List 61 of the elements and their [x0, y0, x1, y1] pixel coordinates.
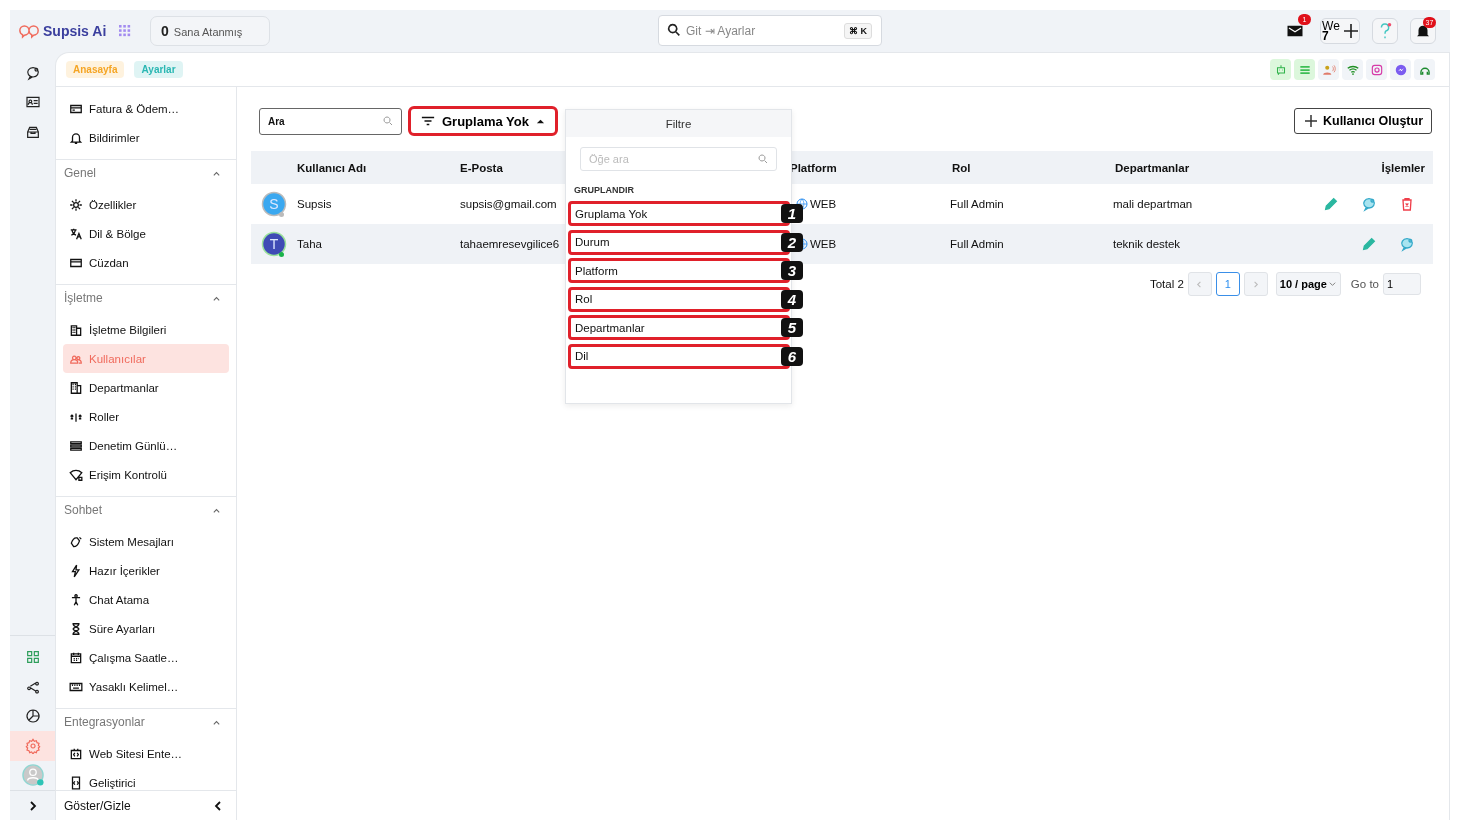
column-header: İşlemler [1381, 161, 1425, 174]
group-label: GRUPLANDIR [574, 185, 635, 195]
create-user-button[interactable]: Kullanıcı Oluştur [1294, 108, 1432, 134]
user-avatar: T [261, 231, 287, 257]
go-to-label: Go to [1350, 278, 1379, 290]
step-marker: 1 [781, 204, 803, 223]
grouping-button[interactable]: Gruplama Yok [408, 106, 558, 136]
step-marker: 6 [781, 346, 803, 366]
table-cell: mali departman [1113, 198, 1193, 210]
toggle-sidebar-button[interactable]: Göster/Gizle [56, 790, 236, 820]
table-cell: teknik destek [1113, 238, 1181, 250]
search-field[interactable]: Ara [259, 107, 402, 135]
workspace-button[interactable]: We 7 [1320, 18, 1360, 44]
page-size-select[interactable]: 10 / page [1275, 272, 1341, 296]
step-marker: 5 [781, 318, 803, 337]
sidebar-item[interactable]: Özellikler [63, 190, 229, 219]
user-avatar: S [261, 191, 287, 217]
table-cell: Full Admin [950, 198, 1004, 210]
go-to-field[interactable]: 1 [1383, 273, 1421, 295]
shortcut-hint: ⌘ K [844, 23, 872, 39]
step-marker: 3 [781, 261, 803, 280]
sidebar-item[interactable]: Hazır İçerikler [63, 556, 229, 585]
table-cell: supsis@gmail.com [460, 198, 557, 210]
sidebar-item[interactable]: İşletme Bilgileri [63, 315, 229, 344]
column-header: Rol [952, 161, 971, 174]
page-button[interactable]: 1 [1215, 272, 1240, 296]
step-marker: 4 [781, 289, 803, 309]
sidebar-item[interactable]: Departmanlar [63, 373, 229, 402]
table-cell: Taha [297, 238, 322, 250]
total-count: Total 2 [1149, 278, 1184, 290]
section-header[interactable]: Genel [63, 160, 229, 186]
table-cell: Full Admin [950, 238, 1004, 250]
table-cell: WEB [810, 198, 837, 210]
sidebar-item[interactable]: Chat Atama [63, 585, 229, 614]
sidebar-item[interactable]: Çalışma Saatle… [63, 643, 229, 672]
assigned-counter-button[interactable]: 0 Sana Atanmış [150, 16, 270, 46]
item-search-field[interactable]: Öğe ara [580, 147, 777, 171]
section-header[interactable]: Sohbet [63, 497, 229, 523]
sidebar-item[interactable]: Erişim Kontrolü [63, 460, 229, 489]
table-cell: Supsis [297, 198, 332, 210]
sidebar-item[interactable]: Bildirimler [63, 123, 229, 152]
section-header[interactable]: İşletme [63, 285, 229, 311]
column-header: Departmanlar [1115, 161, 1190, 174]
step-marker: 2 [781, 232, 803, 252]
sidebar-item[interactable]: Geliştirici [63, 768, 229, 790]
sidebar-item[interactable]: Web Sitesi Ente… [63, 739, 229, 768]
sidebar-item[interactable]: Sistem Mesajları [63, 527, 229, 556]
column-header: E-Posta [460, 161, 503, 174]
sidebar-item[interactable]: Denetim Günlü… [63, 431, 229, 460]
sidebar-item[interactable]: Yasaklı Kelimel… [63, 672, 229, 701]
sidebar-item[interactable]: Fatura & Ödem… [63, 94, 229, 123]
brand-name: Supsis Ai [43, 23, 107, 39]
sidebar-item[interactable]: Roller [63, 402, 229, 431]
sidebar-item[interactable]: Dil & Bölge [63, 219, 229, 248]
sidebar-item[interactable]: Cüzdan [63, 248, 229, 277]
sidebar-item[interactable]: Süre Ayarları [63, 614, 229, 643]
table-cell: WEB [810, 238, 837, 250]
section-header[interactable]: Entegrasyonlar [63, 709, 229, 735]
table-cell: tahaemresevgilice6 [460, 238, 560, 250]
column-header: Kullanıcı Adı [297, 161, 367, 174]
dropdown-title: Filtre [566, 110, 791, 137]
